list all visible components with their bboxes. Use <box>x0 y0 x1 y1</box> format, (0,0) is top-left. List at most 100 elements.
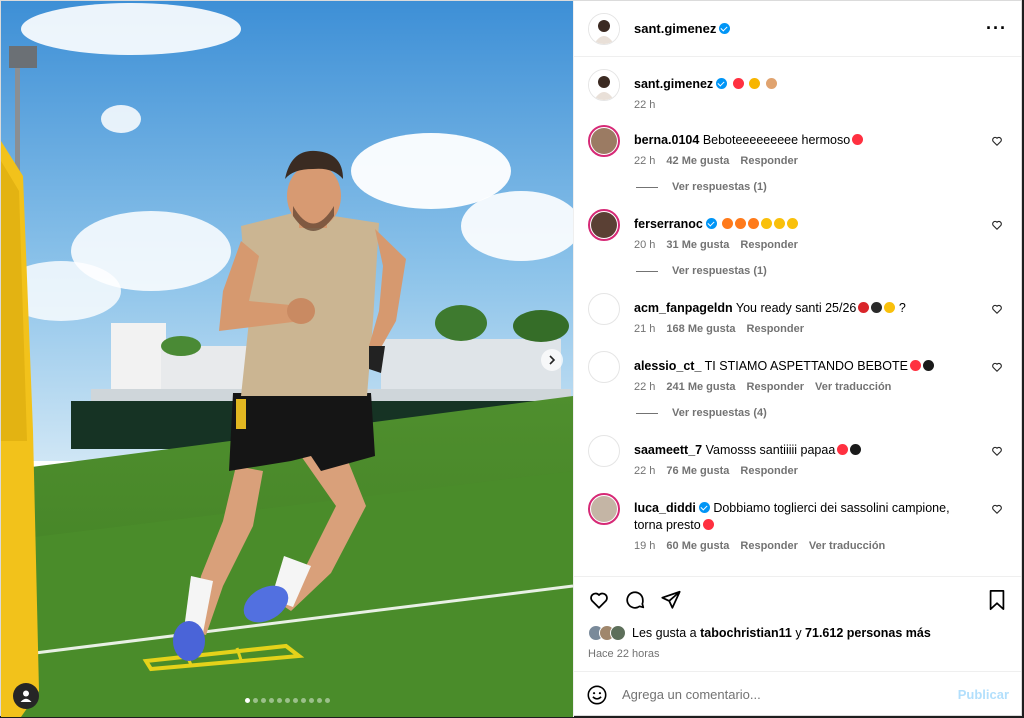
reply-button[interactable]: Responder <box>740 155 797 167</box>
commenter-avatar[interactable] <box>588 209 620 241</box>
likes-count[interactable]: 71.612 personas más <box>805 626 931 640</box>
comment-time: 21 h <box>634 323 656 335</box>
media-dot <box>292 698 298 703</box>
commenter-avatar[interactable] <box>588 351 620 383</box>
author-username[interactable]: sant.gimenez <box>634 21 731 36</box>
comment-emojis: ? <box>856 301 906 315</box>
comment-like-heart-icon[interactable] <box>991 135 1003 147</box>
commenter-avatar-image <box>591 496 617 522</box>
media-dot <box>260 698 266 703</box>
translate-button[interactable]: Ver traducción <box>815 381 891 393</box>
wink-emoji <box>884 302 896 313</box>
red-emoji <box>858 302 870 313</box>
comment-time: 22 h <box>634 155 656 167</box>
view-replies-button[interactable]: Ver respuestas (1) <box>636 181 1007 193</box>
emoji-icon[interactable] <box>586 684 608 706</box>
blackheart-emoji <box>922 360 934 371</box>
next-media-button[interactable] <box>541 349 563 371</box>
verified-badge-icon <box>705 218 717 229</box>
verified-badge-icon <box>698 502 710 513</box>
comment-emojis <box>908 359 934 373</box>
reply-button[interactable]: Responder <box>740 465 797 477</box>
comment: luca_diddi Dobbiamo toglierci dei sassol… <box>588 493 1007 552</box>
author-avatar[interactable] <box>588 12 620 45</box>
comment-like-heart-icon[interactable] <box>991 361 1003 373</box>
fire-emoji <box>722 218 734 229</box>
comment-likes[interactable]: 42 Me gusta <box>666 155 729 167</box>
more-options-icon[interactable]: ··· <box>986 18 1007 39</box>
caption-emojis <box>731 77 777 91</box>
comment: saameett_7 Vamosss santiiiii papaa 22 h 76… <box>588 435 1007 477</box>
comment-likes[interactable]: 76 Me gusta <box>666 465 729 477</box>
commenter-avatar[interactable] <box>588 435 620 467</box>
comment-username[interactable]: berna.0104 <box>634 133 699 147</box>
view-replies-button[interactable]: Ver respuestas (4) <box>636 407 1007 419</box>
comment: acm_fanpageldn You ready santi 25/26 ? 21… <box>588 293 1007 335</box>
bookmark-icon[interactable] <box>987 589 1007 611</box>
commenter-avatar[interactable] <box>588 493 620 525</box>
likes-summary[interactable]: Les gusta a tabochristian11 y 71.612 per… <box>588 625 1007 641</box>
share-icon[interactable] <box>660 589 682 611</box>
likes-user[interactable]: tabochristian11 <box>700 626 792 640</box>
comment-icon[interactable] <box>624 589 646 611</box>
comment-like-heart-icon[interactable] <box>991 219 1003 231</box>
caption-time: 22 h <box>634 99 656 111</box>
caption-username[interactable]: sant.gimenez <box>634 77 713 91</box>
commenter-avatar-image <box>591 128 617 154</box>
post-modal: sant.gimenez ··· sant.gimenez 22 h berna… <box>0 0 1022 717</box>
comment-text: Beboteeeeeeeee hermoso <box>702 133 851 147</box>
reply-button[interactable]: Responder <box>740 239 797 251</box>
commenter-avatar[interactable] <box>588 293 620 325</box>
huff-emoji <box>749 78 761 89</box>
reply-button[interactable]: Responder <box>747 323 804 335</box>
publish-button[interactable]: Publicar <box>958 687 1009 702</box>
heart-emoji <box>702 519 714 530</box>
post-header: sant.gimenez ··· <box>574 1 1021 57</box>
comment-text: TI STIAMO ASPETTANDO BEBOTE <box>704 359 908 373</box>
comment-time: 20 h <box>634 239 656 251</box>
media-dot <box>268 698 274 703</box>
reply-button[interactable]: Responder <box>747 381 804 393</box>
tagged-users-button[interactable] <box>13 683 39 709</box>
commenter-avatar[interactable] <box>588 125 620 157</box>
post-side-panel: sant.gimenez ··· sant.gimenez 22 h berna… <box>573 1 1021 717</box>
heart-emoji <box>909 360 921 371</box>
author-avatar[interactable] <box>588 69 620 101</box>
next-arrow-icon <box>549 355 556 365</box>
comment-username[interactable]: acm_fanpageldn <box>634 301 733 315</box>
post-actions: Les gusta a tabochristian11 y 71.612 per… <box>574 576 1021 671</box>
comment: ferserranoc 20 h 31 Me gusta Responder <box>588 209 1007 251</box>
comment-like-heart-icon[interactable] <box>991 445 1003 457</box>
translate-button[interactable]: Ver traducción <box>809 540 885 552</box>
fire-emoji <box>735 218 747 229</box>
comment-username[interactable]: alessio_ct_ <box>634 359 701 373</box>
comment-username[interactable]: luca_diddi <box>634 501 696 515</box>
comment-input[interactable] <box>622 687 958 702</box>
heart-icon[interactable] <box>588 589 610 611</box>
comment-username[interactable]: ferserranoc <box>634 217 703 231</box>
commenter-avatar-image <box>591 212 617 238</box>
media-pagination-dots <box>1 698 573 703</box>
comment-like-heart-icon[interactable] <box>991 503 1003 515</box>
comment-likes[interactable]: 31 Me gusta <box>666 239 729 251</box>
comment-like-heart-icon[interactable] <box>991 303 1003 315</box>
posted-time: Hace 22 horas <box>588 648 660 660</box>
comment-time: 22 h <box>634 465 656 477</box>
media-dot <box>308 698 314 703</box>
media-dot <box>252 698 258 703</box>
comment-text: Vamosss santiiiii papaa <box>705 443 836 457</box>
flexed-biceps-emoji <box>765 78 777 89</box>
media-dot <box>276 698 282 703</box>
verified-badge-icon <box>719 23 731 34</box>
comment-emojis <box>720 217 799 231</box>
comment-likes[interactable]: 168 Me gusta <box>666 323 735 335</box>
reply-button[interactable]: Responder <box>740 540 797 552</box>
heart-emoji <box>852 134 864 145</box>
view-replies-button[interactable]: Ver respuestas (1) <box>636 265 1007 277</box>
post-media[interactable] <box>1 1 573 717</box>
comment-likes[interactable]: 241 Me gusta <box>666 381 735 393</box>
comment-time: 19 h <box>634 540 656 552</box>
comment-username[interactable]: saameett_7 <box>634 443 702 457</box>
comment: alessio_ct_ TI STIAMO ASPETTANDO BEBOTE 2… <box>588 351 1007 393</box>
comment-likes[interactable]: 60 Me gusta <box>666 540 729 552</box>
